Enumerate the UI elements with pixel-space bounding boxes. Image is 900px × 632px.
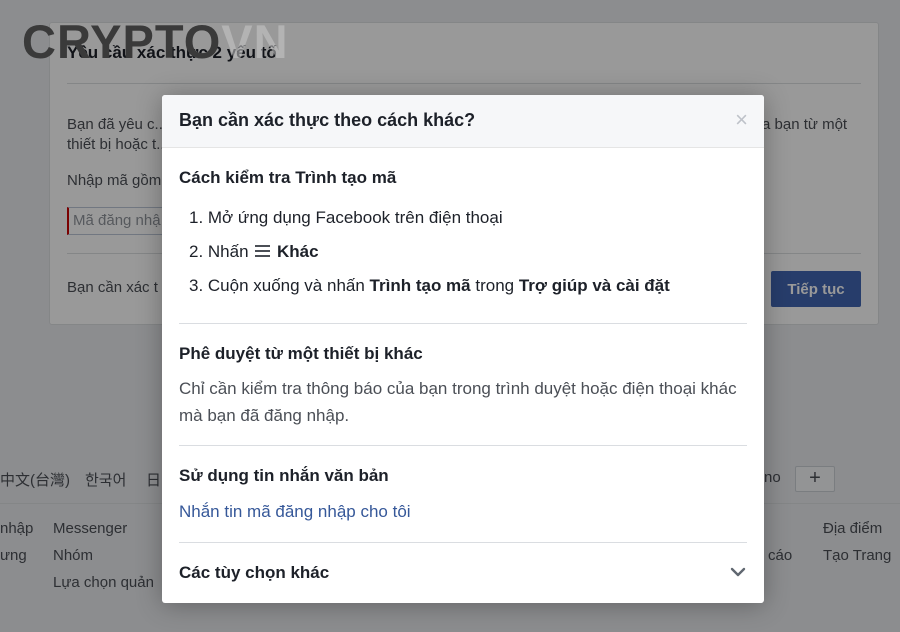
divider bbox=[179, 542, 747, 543]
chevron-down-icon[interactable] bbox=[728, 562, 748, 582]
watermark-logo: CRYPTOVN bbox=[22, 15, 289, 68]
code-generator-step-2: 2. Nhấn Khác bbox=[189, 242, 319, 261]
close-icon[interactable]: × bbox=[735, 108, 748, 132]
sms-heading: Sử dụng tin nhắn văn bản bbox=[179, 466, 389, 485]
code-generator-step-1: 1. Mở ứng dụng Facebook trên điện thoại bbox=[189, 208, 503, 227]
approve-device-heading: Phê duyệt từ một thiết bị khác bbox=[179, 344, 423, 363]
menu-icon bbox=[255, 245, 271, 257]
approve-device-text: Chỉ cần kiểm tra thông báo của bạn trong… bbox=[179, 379, 737, 425]
divider bbox=[179, 323, 747, 324]
alternate-verification-dialog: Bạn cần xác thực theo cách khác? × Cách … bbox=[162, 95, 764, 603]
divider bbox=[179, 445, 747, 446]
text-login-code-link[interactable]: Nhắn tin mã đăng nhập cho tôi bbox=[179, 502, 411, 522]
more-options-toggle[interactable]: Các tùy chọn khác bbox=[179, 563, 329, 583]
dialog-header: Bạn cần xác thực theo cách khác? × bbox=[162, 95, 764, 148]
code-generator-heading: Cách kiểm tra Trình tạo mã bbox=[179, 168, 397, 187]
code-generator-step-3: 3. Cuộn xuống và nhấn Trình tạo mã trong… bbox=[189, 276, 670, 295]
dialog-title: Bạn cần xác thực theo cách khác? bbox=[179, 110, 476, 130]
